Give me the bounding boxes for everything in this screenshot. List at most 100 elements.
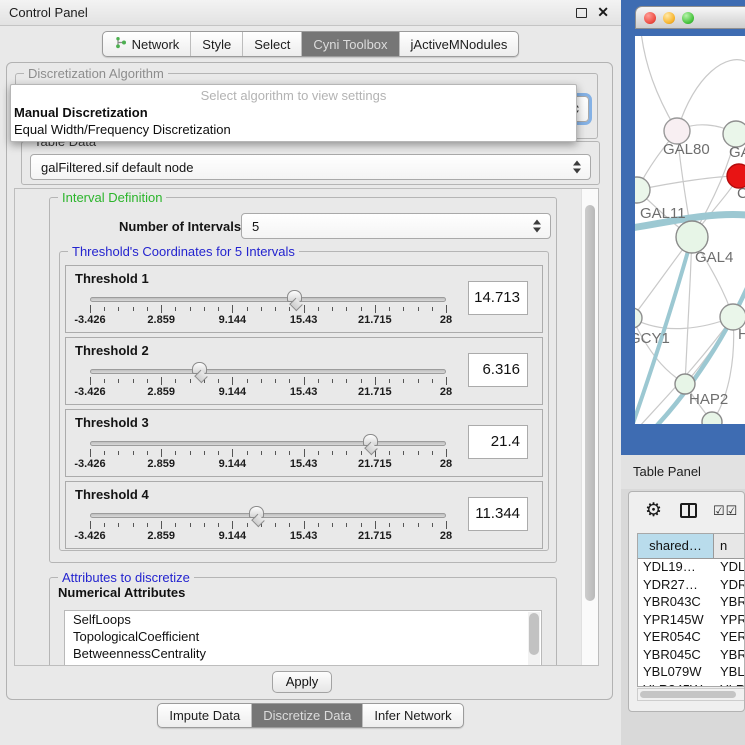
table-data-value: galFiltered.sif default node bbox=[41, 160, 193, 175]
close-icon[interactable]: ✕ bbox=[597, 4, 609, 21]
slider-track[interactable] bbox=[90, 513, 446, 518]
network-icon bbox=[114, 36, 127, 52]
table-cell: YBR0 bbox=[714, 594, 744, 612]
slider-thumb[interactable] bbox=[363, 434, 378, 446]
slider-track[interactable] bbox=[90, 441, 446, 446]
combobox-arrows-icon bbox=[573, 161, 581, 174]
table-cell: YPR1 bbox=[714, 612, 744, 630]
control-panel: Control Panel ✕ Network Style Select Cyni T… bbox=[0, 0, 621, 745]
table-cell: YLR345W bbox=[638, 682, 714, 688]
table-panel: ⚙ ☑☑ shared… n YDL19…YDL1YDR27…YDR2YBR04… bbox=[628, 491, 745, 712]
network-window-titlebar[interactable] bbox=[635, 6, 745, 29]
table-cell: YBL079W bbox=[638, 664, 714, 682]
slider-ticks bbox=[90, 305, 446, 313]
tab-label: Style bbox=[202, 37, 231, 52]
network-node[interactable] bbox=[702, 412, 722, 424]
tab-select[interactable]: Select bbox=[242, 32, 301, 56]
column-header-shared-name[interactable]: shared… bbox=[638, 534, 714, 558]
tab-jactivemnodules[interactable]: jActiveMNodules bbox=[399, 32, 519, 56]
group-title: Threshold's Coordinates for 5 Intervals bbox=[68, 244, 299, 259]
slider-track[interactable] bbox=[90, 369, 446, 374]
network-canvas[interactable]: GAL80GACGAL11GAL4GCY1HHAP2 bbox=[635, 36, 745, 424]
table-row[interactable]: YLR345WYLR3 bbox=[638, 682, 744, 688]
table-panel-header: Table Panel bbox=[621, 455, 745, 489]
scrollbar-thumb[interactable] bbox=[529, 613, 539, 655]
tab-label: jActiveMNodules bbox=[411, 37, 508, 52]
slider-track[interactable] bbox=[90, 297, 446, 302]
table-horizontal-scrollbar[interactable] bbox=[637, 688, 745, 701]
settings-vertical-scrollbar[interactable] bbox=[581, 189, 598, 665]
group-title: Interval Definition bbox=[58, 190, 166, 205]
threshold-panel: Threshold 2-3.4262.8599.14415.4321.71528… bbox=[65, 337, 543, 405]
table-data-combobox[interactable]: galFiltered.sif default node bbox=[30, 154, 591, 180]
minimize-traffic-light-icon[interactable] bbox=[663, 12, 675, 24]
node-label: GCY1 bbox=[635, 330, 670, 347]
table-row[interactable]: YBR043CYBR0 bbox=[638, 594, 744, 612]
dropdown-hint: Select algorithm to view settings bbox=[11, 88, 576, 103]
numerical-attributes-list[interactable]: SelfLoopsTopologicalCoefficientBetweenne… bbox=[64, 610, 542, 666]
slider-tick-labels: -3.4262.8599.14415.4321.71528 bbox=[90, 458, 446, 470]
attribute-list-item[interactable]: SelfLoops bbox=[65, 611, 541, 628]
table-row[interactable]: YBL079WYBL0 bbox=[638, 664, 744, 682]
close-traffic-light-icon[interactable] bbox=[644, 12, 656, 24]
number-of-intervals-spinner[interactable]: 5 bbox=[241, 213, 551, 239]
attributes-list-scrollbar[interactable] bbox=[528, 612, 540, 666]
scrollbar-thumb[interactable] bbox=[585, 205, 595, 601]
threshold-value-field[interactable]: 11.344 bbox=[468, 497, 528, 531]
table-cell: YER054C bbox=[638, 629, 714, 647]
attribute-list-item[interactable]: BetweennessCentrality bbox=[65, 645, 541, 662]
slider-thumb[interactable] bbox=[287, 290, 302, 302]
tab-label: Cyni Toolbox bbox=[313, 37, 387, 52]
node-label: HAP2 bbox=[689, 391, 728, 408]
threshold-value-field[interactable]: 14.713 bbox=[468, 281, 528, 315]
dropdown-item-manual-discretization[interactable]: Manual Discretization bbox=[14, 105, 148, 120]
table-row[interactable]: YDL19…YDL1 bbox=[638, 559, 744, 577]
slider-ticks bbox=[90, 377, 446, 385]
network-node-gcy1[interactable] bbox=[635, 308, 642, 328]
tab-cyni-toolbox[interactable]: Cyni Toolbox bbox=[301, 32, 398, 56]
checkbox-icons[interactable]: ☑☑ bbox=[713, 503, 738, 519]
network-window-frame: GAL80GACGAL11GAL4GCY1HHAP2 bbox=[621, 0, 745, 455]
slider-tick-labels: -3.4262.8599.14415.4321.71528 bbox=[90, 386, 446, 398]
zoom-traffic-light-icon[interactable] bbox=[682, 12, 694, 24]
tab-impute-data[interactable]: Impute Data bbox=[158, 704, 251, 727]
table-row[interactable]: YPR145WYPR1 bbox=[638, 612, 744, 630]
attribute-list-item[interactable]: TopologicalCoefficient bbox=[65, 628, 541, 645]
node-label: GA bbox=[729, 144, 745, 161]
tab-label: Impute Data bbox=[169, 708, 240, 723]
top-tab-bar: Network Style Select Cyni Toolbox jActiveMNo… bbox=[0, 31, 621, 57]
tab-infer-network[interactable]: Infer Network bbox=[362, 704, 462, 727]
table-row[interactable]: YDR27…YDR2 bbox=[638, 577, 744, 595]
threshold-value-field[interactable]: 21.4 bbox=[468, 425, 528, 459]
threshold-value-field[interactable]: 6.316 bbox=[468, 353, 528, 387]
tab-network[interactable]: Network bbox=[103, 32, 191, 56]
node-attribute-table[interactable]: shared… n YDL19…YDL1YDR27…YDR2YBR043CYBR… bbox=[637, 533, 745, 687]
tab-label: Network bbox=[132, 37, 180, 52]
tab-style[interactable]: Style bbox=[190, 32, 242, 56]
bottom-tab-bar: Impute Data Discretize DataInfer Network bbox=[0, 703, 621, 728]
table-cell: YBR043C bbox=[638, 594, 714, 612]
node-label: C bbox=[737, 185, 745, 202]
table-data-group: Table Data galFiltered.sif default node bbox=[21, 141, 600, 185]
table-panel-title: Table Panel bbox=[633, 464, 701, 479]
float-window-icon[interactable] bbox=[576, 8, 587, 18]
table-row[interactable]: YER054CYER0 bbox=[638, 629, 744, 647]
scrollbar-thumb[interactable] bbox=[640, 691, 736, 698]
table-row[interactable]: YBR045CYBR0 bbox=[638, 647, 744, 665]
slider-ticks bbox=[90, 521, 446, 529]
right-side: GAL80GACGAL11GAL4GCY1HHAP2 Table Panel ⚙… bbox=[621, 0, 745, 745]
number-of-intervals-label: Number of Intervals bbox=[119, 219, 241, 234]
slider-tick-labels: -3.4262.8599.14415.4321.71528 bbox=[90, 530, 446, 542]
group-title: Attributes to discretize bbox=[58, 570, 194, 585]
column-header-name[interactable]: n bbox=[714, 534, 744, 558]
gear-icon[interactable]: ⚙ bbox=[645, 499, 662, 522]
split-view-icon[interactable] bbox=[680, 503, 697, 518]
slider-thumb[interactable] bbox=[192, 362, 207, 374]
table-cell: YBR045C bbox=[638, 647, 714, 665]
spinner-arrows-icon bbox=[533, 220, 541, 233]
slider-thumb[interactable] bbox=[249, 506, 264, 518]
apply-button[interactable]: Apply bbox=[272, 671, 332, 693]
dropdown-item-equal-width-frequency[interactable]: Equal Width/Frequency Discretization bbox=[14, 122, 231, 137]
control-panel-titlebar: Control Panel ✕ bbox=[0, 0, 621, 26]
tab-discretize-data[interactable]: Discretize Data bbox=[251, 704, 362, 727]
